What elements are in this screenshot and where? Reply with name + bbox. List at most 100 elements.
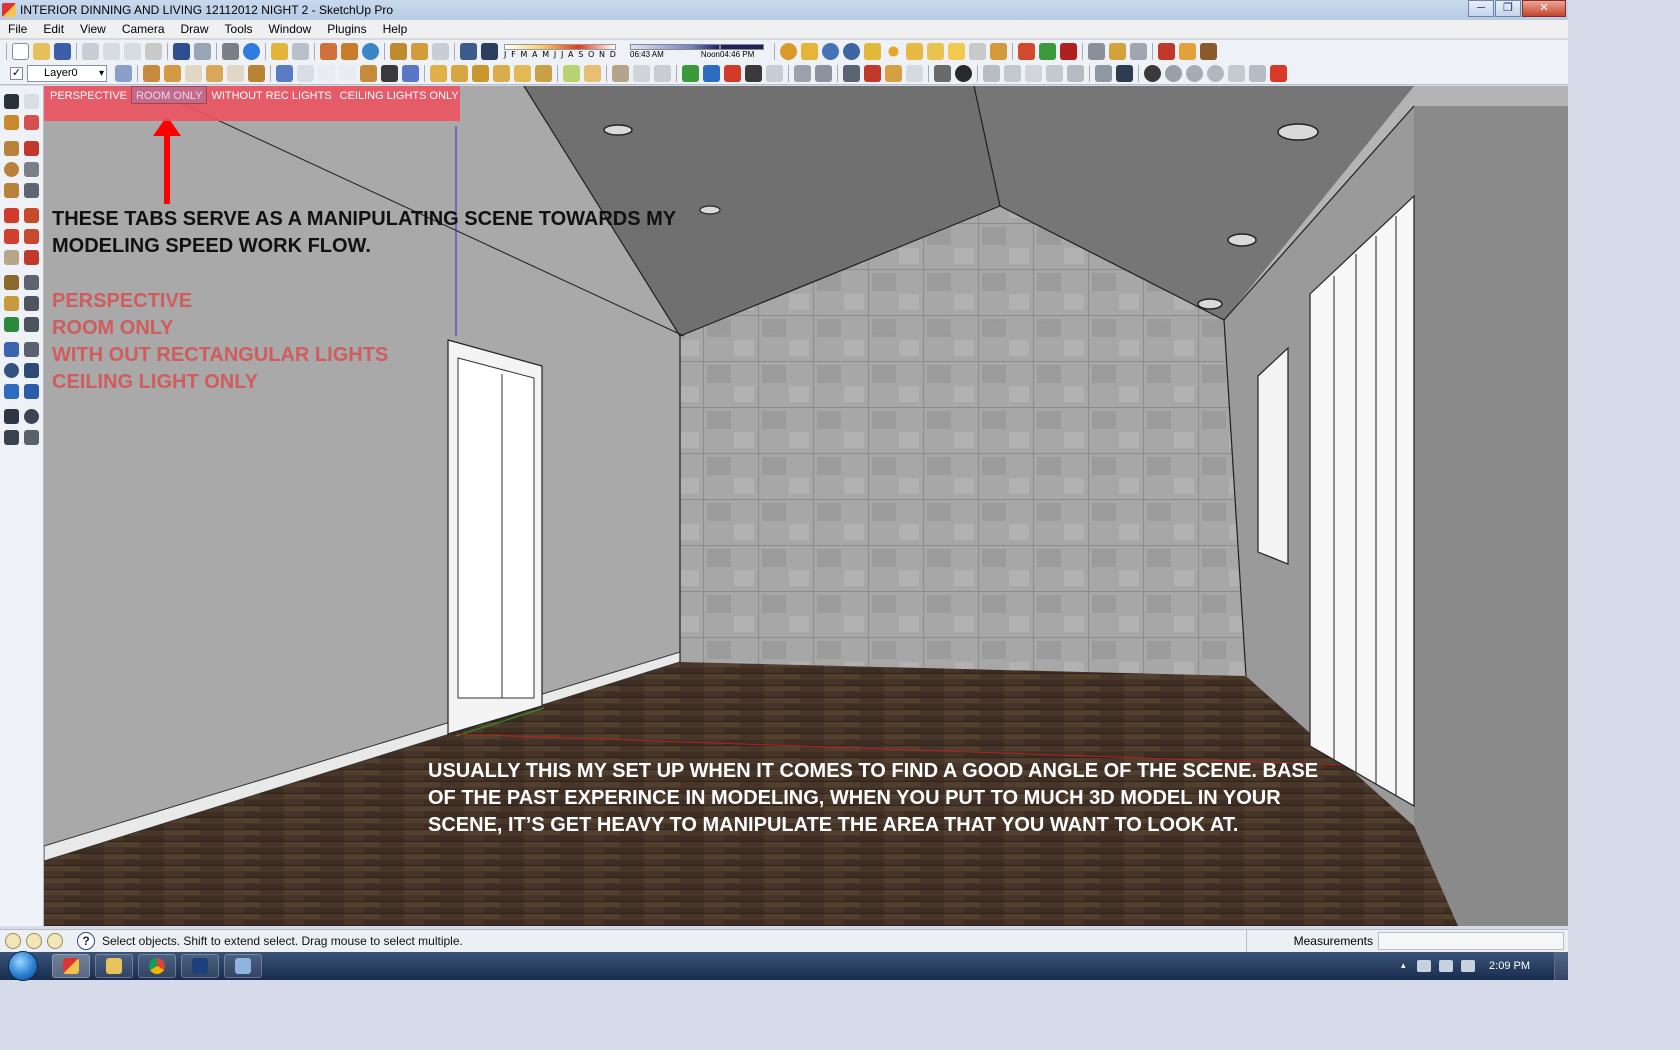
plugin-help-icon[interactable] bbox=[843, 43, 860, 60]
right-view-icon[interactable] bbox=[206, 65, 223, 82]
look-around-icon[interactable] bbox=[24, 409, 39, 424]
section-cut-icon[interactable] bbox=[745, 65, 762, 82]
open-file-icon[interactable] bbox=[33, 43, 50, 60]
taskbar-chrome[interactable] bbox=[138, 954, 176, 978]
volume-icon[interactable] bbox=[1439, 960, 1454, 972]
gear-icon[interactable] bbox=[1207, 65, 1224, 82]
box-stack-icon[interactable] bbox=[493, 65, 510, 82]
box-solid-icon[interactable] bbox=[472, 65, 489, 82]
taskbar-sketchup[interactable] bbox=[52, 954, 90, 978]
offset-tool-icon[interactable] bbox=[24, 250, 39, 265]
3d-text-icon[interactable] bbox=[24, 317, 39, 332]
model-info-icon[interactable] bbox=[243, 43, 260, 60]
back-view-icon[interactable] bbox=[227, 65, 244, 82]
right-window[interactable] bbox=[1257, 346, 1289, 565]
warehouse-icon[interactable] bbox=[411, 43, 428, 60]
extrude-icon[interactable] bbox=[1046, 65, 1063, 82]
plugin-plant-icon[interactable] bbox=[1039, 43, 1056, 60]
save-icon[interactable] bbox=[54, 43, 71, 60]
rotate-tool-icon[interactable] bbox=[4, 229, 19, 244]
zoom-extents-icon[interactable] bbox=[24, 384, 39, 399]
shaded-icon[interactable] bbox=[339, 65, 356, 82]
extension-icon[interactable] bbox=[432, 43, 449, 60]
copy-icon[interactable] bbox=[103, 43, 120, 60]
text-tool-icon[interactable] bbox=[24, 296, 39, 311]
solid-trim-icon[interactable] bbox=[654, 65, 671, 82]
section-plane-icon[interactable] bbox=[724, 65, 741, 82]
target-icon[interactable] bbox=[1144, 65, 1161, 82]
menu-draw[interactable]: Draw bbox=[173, 22, 217, 36]
taskbar-clock[interactable]: 2:09 PM bbox=[1489, 960, 1530, 972]
solid-subtract-icon[interactable] bbox=[633, 65, 650, 82]
menu-view[interactable]: View bbox=[72, 22, 114, 36]
shadow-time-slider[interactable]: 06:43 AM Noon bbox=[630, 44, 720, 59]
front-view-icon[interactable] bbox=[185, 65, 202, 82]
back-wall[interactable] bbox=[680, 320, 1246, 676]
ball-icon[interactable] bbox=[955, 65, 972, 82]
add-location-icon[interactable] bbox=[341, 43, 358, 60]
polygon-tool-icon[interactable] bbox=[4, 183, 19, 198]
tab-without-rec-lights[interactable]: WITHOUT REC LIGHTS bbox=[207, 86, 335, 104]
plugin-r-icon[interactable] bbox=[822, 43, 839, 60]
eraser-icon[interactable] bbox=[24, 115, 39, 130]
walk-tool-icon[interactable] bbox=[4, 430, 19, 445]
align-icon[interactable] bbox=[885, 65, 902, 82]
ceiling-light[interactable] bbox=[1277, 123, 1319, 141]
plugin-tree-icon[interactable] bbox=[1018, 43, 1035, 60]
ceiling-light[interactable] bbox=[1197, 298, 1223, 310]
freehand-tool-icon[interactable] bbox=[24, 183, 39, 198]
fog-icon[interactable] bbox=[766, 65, 783, 82]
component-icon[interactable] bbox=[390, 43, 407, 60]
top-view-icon[interactable] bbox=[164, 65, 181, 82]
back-edges-icon[interactable] bbox=[402, 65, 419, 82]
paint-bucket-icon[interactable] bbox=[4, 115, 19, 130]
component-edit-icon[interactable] bbox=[815, 65, 832, 82]
start-button[interactable] bbox=[8, 951, 38, 981]
print-icon[interactable] bbox=[222, 43, 239, 60]
monitor-icon[interactable] bbox=[1116, 65, 1133, 82]
plugin-tool-icon[interactable] bbox=[1088, 43, 1105, 60]
ceiling-light[interactable] bbox=[1227, 233, 1257, 247]
axes-tool-icon[interactable] bbox=[4, 317, 19, 332]
tab-room-only[interactable]: ROOM ONLY bbox=[131, 86, 208, 104]
box-tan-icon[interactable] bbox=[584, 65, 601, 82]
zoom-tool-icon[interactable] bbox=[4, 363, 19, 378]
outliner-icon[interactable] bbox=[1095, 65, 1112, 82]
paste-icon[interactable] bbox=[124, 43, 141, 60]
plugin-arrow-icon[interactable] bbox=[990, 43, 1007, 60]
guides-icon[interactable] bbox=[703, 65, 720, 82]
ceiling-light[interactable] bbox=[603, 124, 633, 136]
follow-me-icon[interactable] bbox=[24, 229, 39, 244]
maximize-button[interactable]: ❐ bbox=[1495, 0, 1521, 17]
shadow-settings-icon[interactable] bbox=[460, 43, 477, 60]
plugin-tag-icon[interactable] bbox=[801, 43, 818, 60]
plugin-paint-icon[interactable] bbox=[1109, 43, 1126, 60]
solid-union-icon[interactable] bbox=[612, 65, 629, 82]
box-outline-icon[interactable] bbox=[451, 65, 468, 82]
plugin-flag-icon[interactable] bbox=[927, 43, 944, 60]
box-green-icon[interactable] bbox=[563, 65, 580, 82]
delete-icon[interactable] bbox=[1270, 65, 1287, 82]
taskbar-window[interactable] bbox=[224, 954, 262, 978]
action-center-icon[interactable] bbox=[1417, 960, 1432, 972]
show-desktop-button[interactable] bbox=[1554, 952, 1568, 980]
tab-perspective[interactable]: PERSPECTIVE bbox=[46, 86, 131, 104]
menu-tools[interactable]: Tools bbox=[217, 22, 261, 36]
dimension-tool-icon[interactable] bbox=[24, 275, 39, 290]
group-icon[interactable] bbox=[794, 65, 811, 82]
menu-window[interactable]: Window bbox=[261, 22, 320, 36]
menu-plugins[interactable]: Plugins bbox=[319, 22, 374, 36]
taskbar-photoshop[interactable] bbox=[181, 954, 219, 978]
credits-icon[interactable] bbox=[26, 933, 42, 949]
network-icon[interactable] bbox=[1461, 960, 1476, 972]
layer-manager-icon[interactable] bbox=[115, 65, 132, 82]
rectangle-tool-icon[interactable] bbox=[4, 141, 19, 156]
close-button[interactable]: ✕ bbox=[1522, 0, 1566, 17]
new-file-icon[interactable] bbox=[12, 43, 29, 60]
monochrome-icon[interactable] bbox=[381, 65, 398, 82]
zoom-window-icon[interactable] bbox=[24, 363, 39, 378]
grid-icon[interactable] bbox=[934, 65, 951, 82]
xray-icon[interactable] bbox=[276, 65, 293, 82]
erase-icon[interactable] bbox=[145, 43, 162, 60]
position-camera-icon[interactable] bbox=[4, 409, 19, 424]
